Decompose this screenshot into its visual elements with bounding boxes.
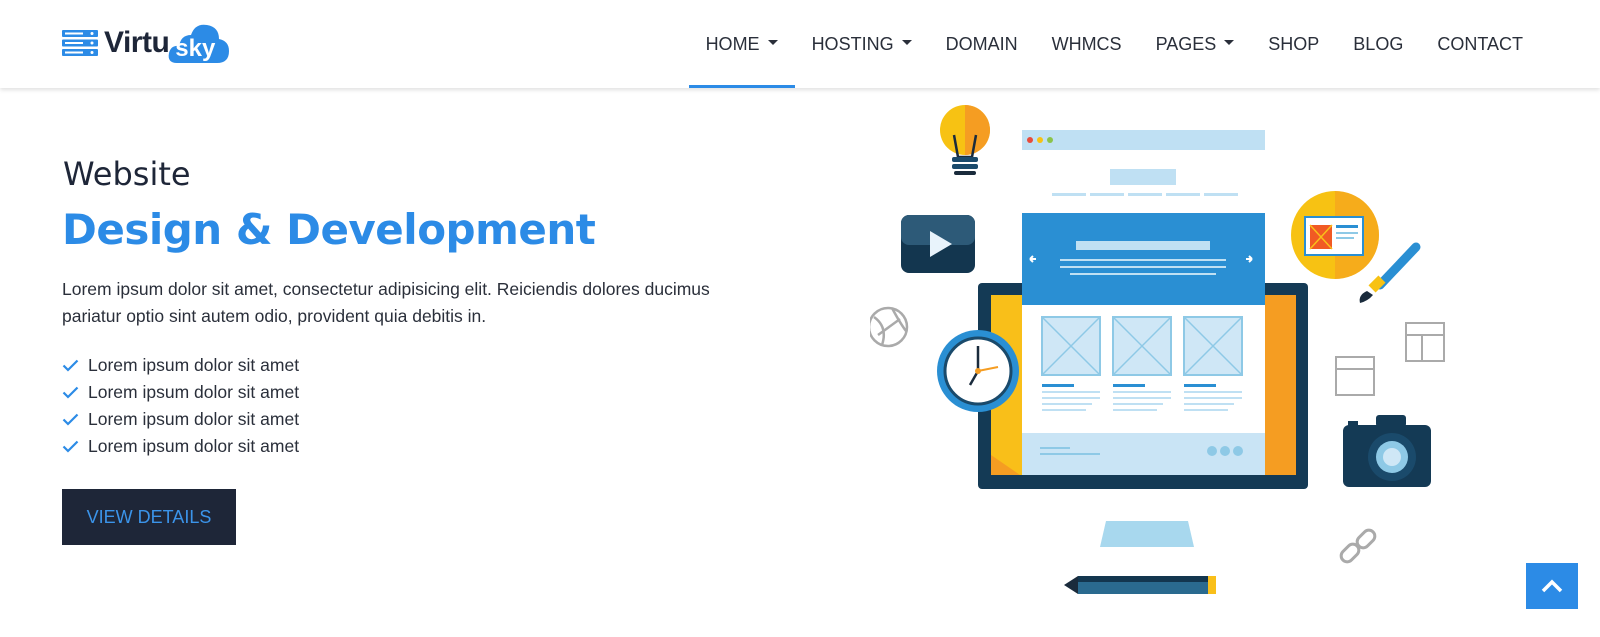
nav-item-home[interactable]: HOME [688, 0, 795, 88]
list-item: Lorem ipsum dolor sit amet [62, 433, 299, 460]
list-item-text: Lorem ipsum dolor sit amet [88, 409, 300, 429]
caret-down-icon [767, 39, 778, 45]
clock-icon [937, 330, 1019, 412]
feature-checklist: Lorem ipsum dolor sit amet Lorem ipsum d… [62, 352, 299, 460]
list-item: Lorem ipsum dolor sit amet [62, 352, 299, 379]
nav-item-hosting[interactable]: HOSTING [795, 0, 929, 88]
webpage-badge-icon [1291, 191, 1379, 279]
nav-item-label: HOSTING [811, 33, 894, 54]
list-item-text: Lorem ipsum dolor sit amet [88, 382, 300, 402]
lightbulb-icon [940, 105, 990, 175]
web-design-illustration [870, 105, 1445, 594]
list-item: Lorem ipsum dolor sit amet [62, 406, 299, 433]
nav-item-domain[interactable]: DOMAIN [929, 0, 1035, 88]
server-stack-icon [62, 30, 98, 56]
check-icon [62, 359, 79, 372]
site-header: Virtu sky HOME HOSTING DOMAIN WHMCS PAGE… [0, 0, 1600, 88]
nav-item-pages[interactable]: PAGES [1139, 0, 1252, 88]
check-icon [62, 440, 79, 453]
nav-item-label: HOME [705, 33, 760, 54]
check-icon [62, 386, 79, 399]
logo-text: Virtu [104, 26, 170, 59]
browser-bar-graphic [1022, 130, 1265, 196]
nav-item-label: WHMCS [1051, 33, 1122, 54]
list-item-text: Lorem ipsum dolor sit amet [88, 355, 300, 375]
globe-icon [870, 306, 909, 348]
list-item: Lorem ipsum dolor sit amet [62, 379, 299, 406]
chevron-up-icon [1541, 579, 1563, 593]
logo[interactable]: Virtu sky [62, 20, 231, 66]
main-nav: HOME HOSTING DOMAIN WHMCS PAGES SHOP BLO… [688, 0, 1540, 88]
nav-item-contact[interactable]: CONTACT [1420, 0, 1540, 88]
nav-item-whmcs[interactable]: WHMCS [1035, 0, 1139, 88]
monitor-graphic [978, 213, 1308, 547]
check-icon [62, 413, 79, 426]
logo-cloud: sky [167, 21, 231, 65]
caret-down-icon [901, 39, 912, 45]
link-icon [1339, 528, 1377, 564]
hero-title: Design & Development [62, 205, 596, 254]
view-details-button[interactable]: VIEW DETAILS [62, 489, 236, 545]
scroll-top-button[interactable] [1526, 563, 1578, 609]
hero-description: Lorem ipsum dolor sit amet, consectetur … [62, 279, 710, 326]
nav-item-label: DOMAIN [945, 33, 1018, 54]
nav-item-label: BLOG [1353, 33, 1404, 54]
logo-cloud-text: sky [175, 35, 216, 62]
nav-item-label: PAGES [1155, 33, 1217, 54]
nav-item-shop[interactable]: SHOP [1251, 0, 1336, 88]
list-item-text: Lorem ipsum dolor sit amet [88, 436, 300, 456]
nav-item-label: SHOP [1268, 33, 1320, 54]
caret-down-icon [1224, 39, 1235, 45]
nav-item-label: CONTACT [1437, 33, 1523, 54]
pencil-icon [1064, 576, 1216, 594]
hero-subtitle: Website [63, 155, 191, 193]
window-icon [1335, 322, 1445, 396]
video-play-icon [901, 215, 975, 273]
camera-icon [1343, 415, 1431, 487]
nav-item-blog[interactable]: BLOG [1336, 0, 1420, 88]
